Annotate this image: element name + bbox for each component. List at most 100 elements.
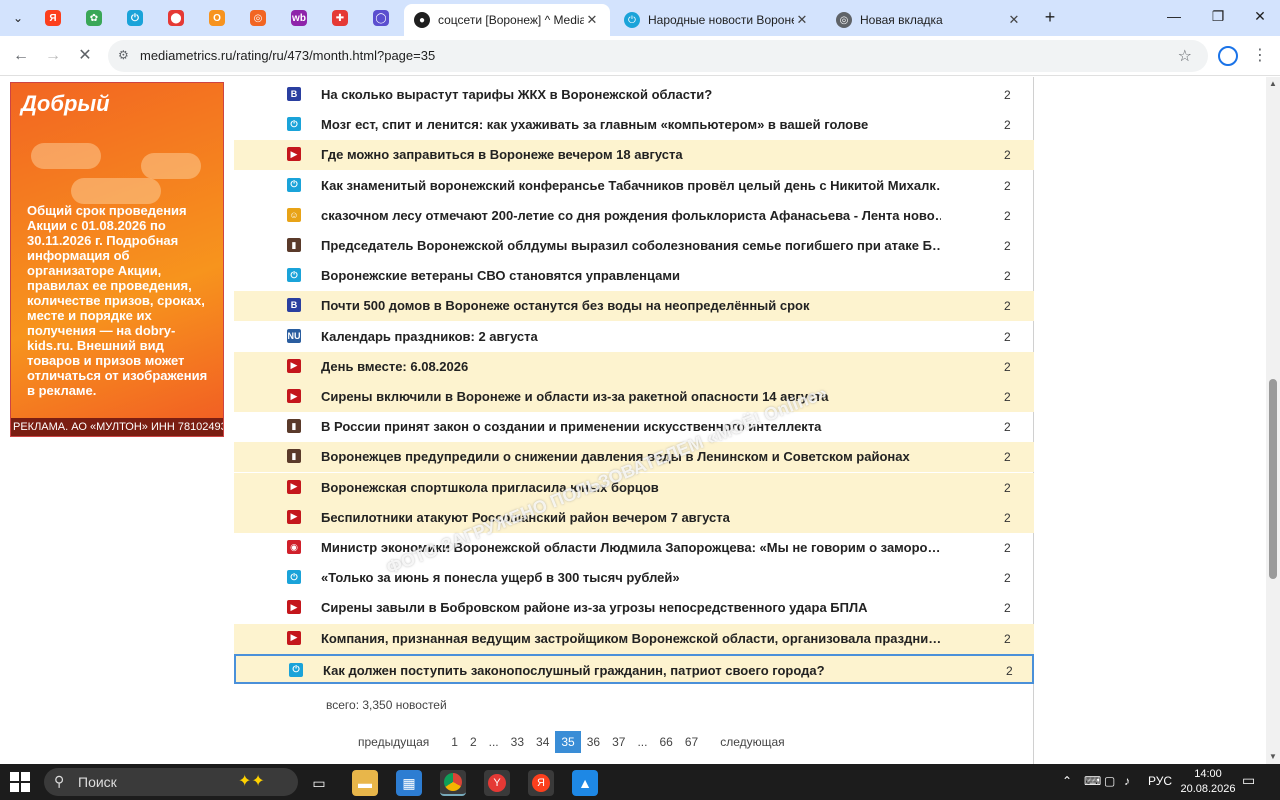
close-icon[interactable]: ✕: [794, 12, 810, 28]
taskbar-search[interactable]: ⚲ Поиск ✦✦: [44, 768, 298, 796]
pinned-tab[interactable]: ⏻: [124, 7, 146, 29]
chrome-icon[interactable]: [440, 770, 466, 796]
news-title-link[interactable]: Председатель Воронежской облдумы выразил…: [321, 238, 941, 253]
yandex-icon[interactable]: Я: [528, 770, 554, 796]
pager-link[interactable]: 34: [530, 735, 555, 749]
pager-link[interactable]: 2: [464, 735, 483, 749]
pager-link[interactable]: следующая: [714, 735, 790, 749]
network-icon[interactable]: ⌨: [1084, 774, 1101, 788]
windows-start-icon[interactable]: [10, 772, 30, 792]
news-title-link[interactable]: Воронежские ветераны СВО становятся упра…: [321, 268, 941, 283]
minimize-button[interactable]: —: [1164, 8, 1184, 28]
news-title-link[interactable]: Сирены завыли в Бобровском районе из-за …: [321, 600, 941, 615]
news-row[interactable]: ▶ День вместе: 6.08.2026 2: [234, 351, 1034, 382]
pinned-tab[interactable]: wb: [288, 7, 310, 29]
news-title-link[interactable]: Как знаменитый воронежский конферансье Т…: [321, 178, 941, 193]
news-row[interactable]: B Почти 500 домов в Воронеже останутся бе…: [234, 291, 1034, 322]
news-title-link[interactable]: Почти 500 домов в Воронеже останутся без…: [321, 298, 941, 313]
red-icon: ✚: [332, 10, 348, 26]
pager-link[interactable]: 1: [445, 735, 464, 749]
file-explorer-icon[interactable]: ▬: [352, 770, 378, 796]
pager-link[interactable]: 37: [606, 735, 631, 749]
pager-link[interactable]: 67: [679, 735, 704, 749]
news-title-link[interactable]: В России принят закон о создании и приме…: [321, 419, 941, 434]
news-row[interactable]: ☺ сказочном лесу отмечают 200-летие со дн…: [234, 201, 1034, 231]
restore-button[interactable]: ❐: [1208, 8, 1228, 28]
photos-icon[interactable]: ▲: [572, 770, 598, 796]
pager-link[interactable]: 33: [505, 735, 530, 749]
news-title-link[interactable]: День вместе: 6.08.2026: [321, 359, 941, 374]
tab-search-button[interactable]: ⌄: [6, 6, 30, 30]
task-view-icon[interactable]: ▭: [306, 770, 332, 796]
stop-button[interactable]: ✕: [74, 45, 96, 67]
address-bar[interactable]: ⚙ mediametrics.ru/rating/ru/473/month.ht…: [108, 40, 1208, 72]
pinned-tab[interactable]: ◯: [370, 7, 392, 29]
news-title-link[interactable]: Календарь праздников: 2 августа: [321, 329, 941, 344]
news-title-link[interactable]: Мозг ест, спит и ленится: как ухаживать …: [321, 117, 941, 132]
news-title-link[interactable]: Сирены включили в Воронеже и области из-…: [321, 389, 941, 404]
news-row[interactable]: ⏻ Как знаменитый воронежский конферансье …: [234, 171, 1034, 201]
forward-button[interactable]: →: [42, 45, 64, 67]
back-button[interactable]: ←: [10, 45, 32, 67]
news-row[interactable]: ▶ Сирены завыли в Бобровском районе из-за…: [234, 593, 1034, 623]
news-row[interactable]: ◉ Министр экономики Воронежской области Л…: [234, 533, 1034, 563]
tab-new[interactable]: ◎ Новая вкладка ✕: [826, 4, 1032, 36]
source-icon: ▮: [287, 419, 301, 434]
pager-link[interactable]: предыдущая: [352, 735, 435, 749]
clock[interactable]: 14:00 20.08.2026: [1178, 767, 1238, 797]
menu-kebab-icon[interactable]: ⋮: [1252, 46, 1268, 66]
news-title-link[interactable]: Как должен поступить законопослушный гра…: [323, 663, 943, 678]
news-row[interactable]: ▮ В России принят закон о создании и прим…: [234, 412, 1034, 442]
language-indicator[interactable]: РУС: [1148, 774, 1172, 788]
scrollbar[interactable]: ▲ ▼: [1266, 77, 1280, 764]
scroll-down-icon[interactable]: ▼: [1268, 752, 1278, 762]
news-row[interactable]: NU Календарь праздников: 2 августа 2: [234, 322, 1034, 352]
tab-mediametrics[interactable]: ● соцсети [Воронеж] ^ MediaMe ✕: [404, 4, 610, 36]
close-window-button[interactable]: ✕: [1250, 8, 1270, 28]
pinned-tab[interactable]: ✚: [329, 7, 351, 29]
notification-icon[interactable]: ▭: [1242, 772, 1255, 789]
close-icon[interactable]: ✕: [584, 12, 600, 28]
new-tab-button[interactable]: +: [1040, 8, 1060, 28]
news-title-link[interactable]: «Только за июнь я понесла ущерб в 300 ты…: [321, 570, 941, 585]
news-row[interactable]: ⏻ Как должен поступить законопослушный гр…: [234, 653, 1034, 684]
source-icon: ▮: [287, 238, 301, 252]
news-title-link[interactable]: сказочном лесу отмечают 200-летие со дня…: [321, 208, 941, 223]
pinned-tab[interactable]: ⬤: [165, 7, 187, 29]
display-icon[interactable]: ▢: [1104, 774, 1115, 788]
news-row[interactable]: B На сколько вырастут тарифы ЖКХ в Вороне…: [234, 80, 1034, 110]
pager-link[interactable]: 66: [653, 735, 678, 749]
speaker-icon[interactable]: ♪: [1124, 774, 1130, 788]
scroll-thumb[interactable]: [1269, 379, 1277, 579]
pager-link[interactable]: 36: [581, 735, 606, 749]
pinned-tab[interactable]: Я: [42, 7, 64, 29]
site-info-icon[interactable]: ⚙: [118, 48, 134, 64]
profile-avatar[interactable]: [1218, 46, 1238, 66]
tab-narodnye-novosti[interactable]: ⏻ Народные новости Воронеж ✕: [614, 4, 820, 36]
news-title-link[interactable]: Где можно заправиться в Воронеже вечером…: [321, 147, 941, 162]
news-row[interactable]: ▮ Председатель Воронежской облдумы вырази…: [234, 231, 1034, 261]
store-icon[interactable]: ▦: [396, 770, 422, 796]
pinned-tab[interactable]: ✿: [83, 7, 105, 29]
scroll-up-icon[interactable]: ▲: [1268, 79, 1278, 89]
pinned-tab[interactable]: О: [206, 7, 228, 29]
news-row[interactable]: ⏻ Воронежские ветераны СВО становятся упр…: [234, 261, 1034, 291]
news-row[interactable]: ▶ Где можно заправиться в Воронеже вечеро…: [234, 140, 1034, 171]
news-row[interactable]: ▶ Компания, признанная ведущим застройщик…: [234, 623, 1034, 654]
news-row[interactable]: ⏻ Мозг ест, спит и ленится: как ухаживать…: [234, 110, 1034, 140]
advertisement-banner[interactable]: Добрый Общий срок проведения Акции с 01.…: [10, 82, 224, 437]
bookmark-star-icon[interactable]: ☆: [1178, 46, 1192, 66]
news-row[interactable]: ▶ Сирены включили в Воронеже и области из…: [234, 382, 1034, 412]
news-title-link[interactable]: Компания, признанная ведущим застройщико…: [321, 631, 941, 646]
pinned-tab[interactable]: ◎: [247, 7, 269, 29]
taskbar: ⚲ Поиск ✦✦ ▭ ▬ ▦ Y Я ▲ ⌃ ⌨ ▢ ♪ РУС 14:00…: [0, 764, 1280, 800]
close-icon[interactable]: ✕: [1006, 12, 1022, 28]
pager-ellipsis: ...: [488, 735, 499, 749]
chevron-up-icon[interactable]: ⌃: [1062, 774, 1072, 788]
news-row[interactable]: ▶ Беспилотники атакуют Россошанский район…: [234, 502, 1034, 533]
news-title-link[interactable]: Беспилотники атакуют Россошанский район …: [321, 510, 941, 525]
news-row[interactable]: ⏻ «Только за июнь я понесла ущерб в 300 т…: [234, 563, 1034, 593]
news-title-link[interactable]: На сколько вырастут тарифы ЖКХ в Воронеж…: [321, 87, 941, 102]
yandex-browser-icon[interactable]: Y: [484, 770, 510, 796]
browser-icon: ⏻: [127, 10, 143, 26]
